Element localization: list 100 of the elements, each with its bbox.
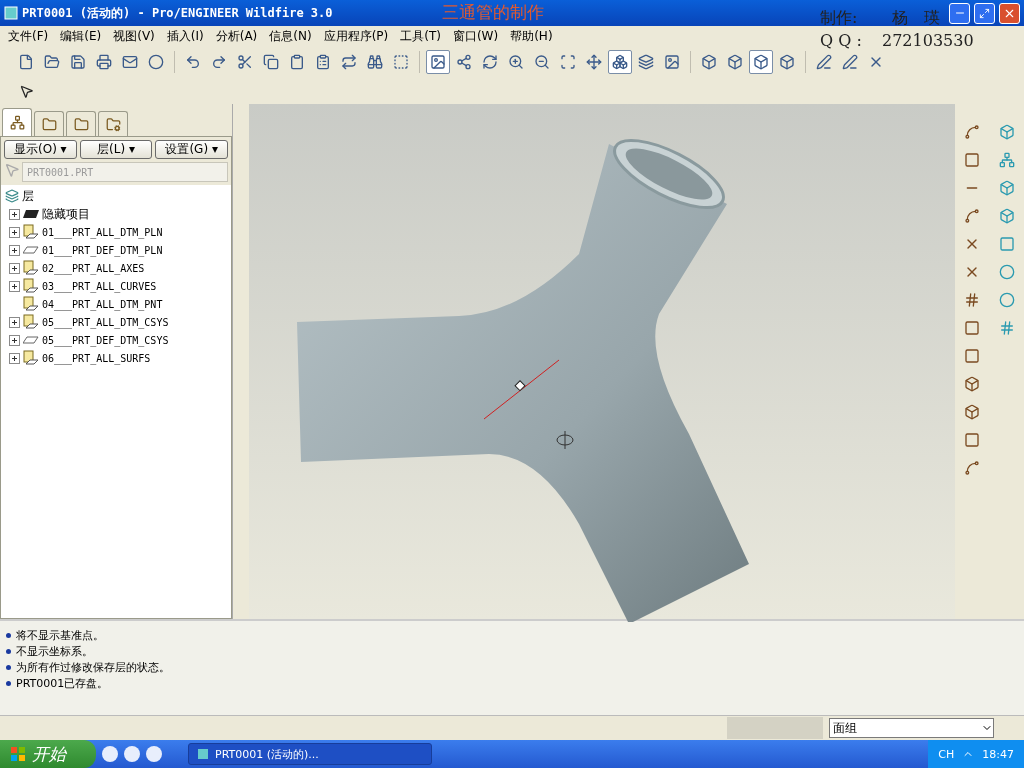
feature-tool-icon[interactable] — [964, 208, 981, 224]
layer-icon — [23, 278, 39, 294]
feature-tool-icon[interactable] — [964, 320, 981, 336]
menu-item[interactable]: 帮助(H) — [504, 27, 559, 45]
navigator-tab[interactable] — [34, 111, 64, 136]
pointer-icon — [18, 83, 34, 99]
expand-toggle-icon[interactable] — [9, 226, 20, 238]
bullet-icon — [6, 632, 11, 638]
layer-icon — [23, 296, 39, 312]
pen-icon — [816, 54, 832, 70]
navigator-tab[interactable] — [98, 111, 128, 136]
redo-icon — [211, 54, 227, 70]
bullet-icon — [6, 680, 11, 686]
undo-icon — [185, 54, 201, 70]
expand-toggle-icon[interactable] — [9, 316, 20, 328]
quick-launch-icon[interactable] — [102, 746, 118, 762]
feature-tool-icon[interactable] — [998, 264, 1015, 280]
feature-tool-icon[interactable] — [998, 124, 1015, 140]
expand-toggle-icon[interactable] — [9, 244, 20, 256]
cube-button[interactable] — [749, 50, 773, 74]
layer-name[interactable]: 06___PRT_ALL_SURFS — [42, 352, 151, 364]
move-icon — [586, 54, 602, 70]
expand-toggle-icon[interactable] — [9, 262, 20, 274]
menu-item[interactable]: 工具(T) — [394, 27, 447, 45]
layer-name[interactable]: 03___PRT_ALL_CURVES — [42, 280, 157, 292]
layer-name[interactable]: 01___PRT_ALL_DTM_PLN — [42, 226, 163, 238]
feature-tool-icon[interactable] — [964, 124, 981, 140]
app-icon — [197, 748, 209, 760]
taskbar-task-button[interactable]: PRT0001 (活动的)... — [188, 743, 432, 765]
cube-icon — [753, 54, 769, 70]
expand-toggle-icon[interactable] — [9, 334, 20, 346]
layer-name[interactable]: 05___PRT_ALL_DTM_CSYS — [42, 316, 169, 328]
layers-icon — [638, 54, 654, 70]
pointer-icon — [4, 162, 20, 178]
bullet-icon — [6, 648, 11, 654]
qq-label: Q Q : — [820, 31, 862, 50]
navigator-tab[interactable] — [2, 108, 32, 136]
layer-name[interactable]: 01___PRT_DEF_DTM_PLN — [42, 244, 163, 256]
plane-icon — [23, 246, 39, 254]
feature-tool-icon[interactable] — [998, 320, 1015, 336]
layer-icon — [23, 260, 39, 276]
layers-icon — [5, 189, 19, 203]
selection-filter-dropdown[interactable]: 面组 — [829, 718, 994, 738]
menu-item[interactable]: 应用程序(P) — [317, 27, 395, 45]
close-button[interactable] — [999, 2, 1020, 24]
menu-item[interactable]: 文件(F) — [2, 27, 55, 45]
app-icon — [4, 6, 18, 20]
refresh-icon — [482, 54, 498, 70]
paste-icon — [289, 54, 305, 70]
expand-toggle-icon[interactable] — [9, 280, 20, 292]
scissors-icon — [237, 54, 253, 70]
expand-toggle-icon[interactable] — [9, 208, 20, 220]
dropdown-button[interactable]: 层(L) ▾ — [79, 140, 153, 159]
save-icon — [70, 54, 86, 70]
menu-item[interactable]: 视图(V) — [107, 27, 161, 45]
message-text: 将不显示基准点。 — [16, 627, 104, 643]
printer-icon — [96, 54, 112, 70]
menu-item[interactable]: 分析(A) — [209, 27, 264, 45]
menu-item[interactable]: 信息(N) — [263, 27, 318, 45]
start-button[interactable]: 开始 — [0, 740, 96, 768]
feature-tool-icon[interactable] — [964, 404, 981, 420]
menu-item[interactable]: 编辑(E) — [54, 27, 108, 45]
quick-launch-icon[interactable] — [146, 746, 162, 762]
layer-name[interactable]: 04___PRT_ALL_DTM_PNT — [42, 298, 163, 310]
bullet-icon — [6, 664, 11, 670]
feature-tool-icon[interactable] — [964, 348, 981, 364]
expand-toggle-icon[interactable] — [9, 352, 20, 364]
message-text: PRT0001已存盘。 — [16, 675, 109, 691]
pen-icon — [842, 54, 858, 70]
clipboard-icon — [315, 54, 331, 70]
layer-name[interactable]: 隐藏项目 — [42, 205, 90, 223]
author-name: 杨 瑛 — [892, 8, 940, 29]
restore-button[interactable] — [974, 2, 995, 24]
feature-tool-icon[interactable] — [964, 460, 981, 476]
cube-icon — [779, 54, 795, 70]
feature-tool-icon[interactable] — [964, 376, 981, 392]
feature-tool-icon[interactable] — [998, 180, 1015, 196]
circle-icon — [148, 54, 164, 70]
navigator-tab[interactable] — [66, 111, 96, 136]
quick-launch-icon[interactable] — [124, 746, 140, 762]
open-folder-icon — [44, 54, 60, 70]
frame-icon — [560, 54, 576, 70]
boxes-button[interactable] — [608, 50, 632, 74]
menu-item[interactable]: 窗口(W) — [446, 27, 505, 45]
cube-icon — [701, 54, 717, 70]
dropdown-button[interactable]: 显示(O) ▾ — [4, 140, 77, 159]
menu-item[interactable]: 插入(I) — [160, 27, 210, 45]
feature-tool-icon[interactable] — [964, 292, 981, 308]
layer-name[interactable]: 05___PRT_DEF_DTM_CSYS — [42, 334, 169, 346]
feature-tool-icon[interactable] — [964, 432, 981, 448]
minimize-button[interactable] — [949, 2, 970, 24]
boxes-icon — [612, 54, 628, 70]
feature-tool-icon[interactable] — [998, 208, 1015, 224]
layer-name[interactable]: 02___PRT_ALL_AXES — [42, 262, 145, 274]
feature-tool-icon[interactable] — [998, 292, 1015, 308]
picture-button[interactable] — [426, 50, 450, 74]
nodes-icon — [456, 54, 472, 70]
feature-tool-icon[interactable] — [964, 152, 981, 168]
feature-tool-icon[interactable] — [998, 152, 1015, 168]
dropdown-button[interactable]: 设置(G) ▾ — [155, 140, 228, 159]
